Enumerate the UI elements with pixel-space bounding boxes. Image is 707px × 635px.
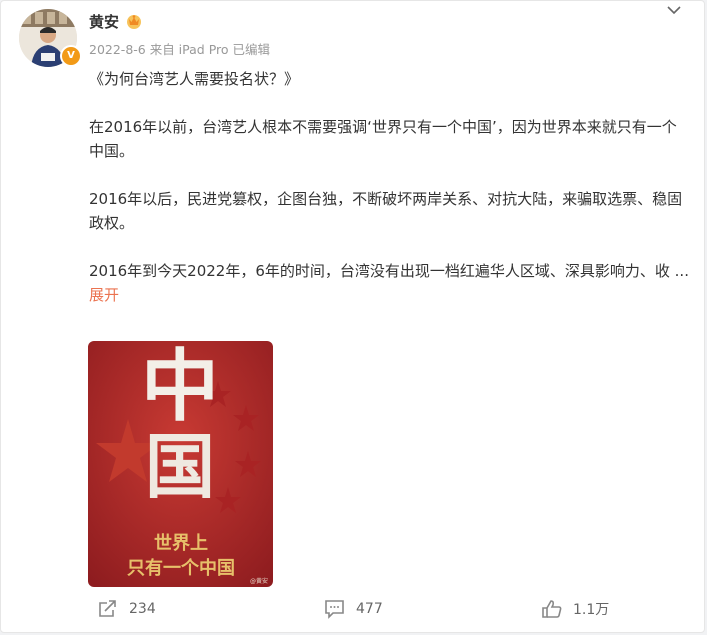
post-paragraph: 2016年以后，民进党篡权，企图台独，不断破坏两岸关系、对抗大陆，来骗取选票、稳… <box>89 190 683 232</box>
repost-icon <box>99 600 116 617</box>
poster-big-char-2: 国 <box>145 425 215 508</box>
chevron-down-icon[interactable] <box>665 3 683 17</box>
verified-badge-icon: V <box>60 45 82 67</box>
comment-button[interactable]: 477 <box>324 599 383 619</box>
post-meta: 2022-8-6 来自 iPad Pro 已编辑 <box>89 42 271 57</box>
thumbs-up-icon <box>542 600 562 618</box>
post-image[interactable]: 中 国 世界上 只有一个中国 @黄安 <box>88 341 273 587</box>
poster-slogan-line1: 世界上 <box>154 533 208 554</box>
expand-link[interactable]: 展开 <box>89 286 119 304</box>
poster-big-char-1: 中 <box>141 341 219 432</box>
poster-watermark: @黄安 <box>250 577 268 585</box>
weibo-post-card: V 黄安 2022-8-6 来自 iPad Pro 已编辑 《为何台湾艺人需要投… <box>0 0 705 633</box>
like-count: 1.1万 <box>573 602 610 618</box>
poster-artwork: 中 国 世界上 只有一个中国 @黄安 <box>88 341 273 587</box>
comment-count: 477 <box>356 601 383 617</box>
post-paragraph: 2016年到今天2022年，6年的时间，台湾没有出现一档红遍华人区域、深具影响力… <box>89 259 689 307</box>
action-bar: 234 477 1.1万 <box>1 593 706 625</box>
repost-count: 234 <box>129 601 156 617</box>
post-paragraph-text: 2016年到今天2022年，6年的时间，台湾没有出现一档红遍华人区域、深具影响力… <box>89 262 689 280</box>
post-paragraph: 在2016年以前，台湾艺人根本不需要强调‘世界只有一个中国’，因为世界本来就只有… <box>89 118 677 160</box>
repost-button[interactable]: 234 <box>97 599 156 619</box>
poster-slogan-line2: 只有一个中国 <box>127 557 235 579</box>
post-text: 《为何台湾艺人需要投名状？》 在2016年以前，台湾艺人根本不需要强调‘世界只有… <box>89 67 689 307</box>
comment-icon <box>325 600 344 619</box>
vip-crown-icon <box>127 15 141 29</box>
author-name[interactable]: 黄安 <box>89 11 119 32</box>
like-button[interactable]: 1.1万 <box>541 599 609 619</box>
post-title: 《为何台湾艺人需要投名状？》 <box>89 70 300 88</box>
